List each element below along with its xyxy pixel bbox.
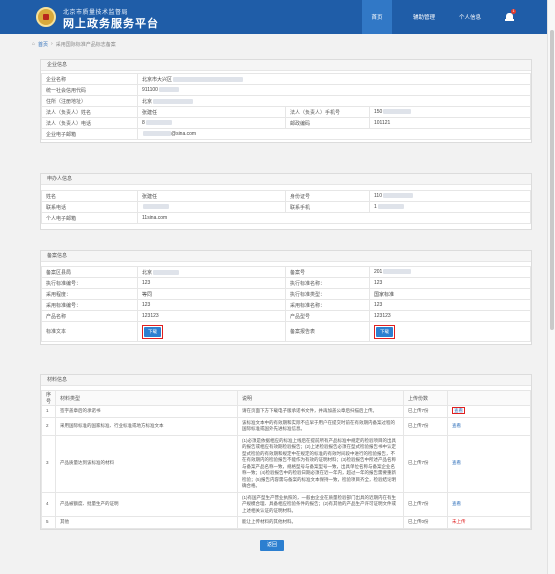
notification-badge: 1 bbox=[511, 9, 516, 14]
table-row: 1 签字盖章后的承诺书 请在页面下方下载电子版承诺书文件，并再加盖公章后扫描后上… bbox=[40, 405, 531, 418]
home-icon: ⌂ bbox=[32, 41, 36, 47]
table-row: 4 产品被额度、批量生产的证明 (1)有国产型生产营业执照的，一般由企业在质量检… bbox=[40, 491, 531, 517]
materials-header-row: 序号 材料类型 说明 上传份数 bbox=[40, 390, 531, 406]
nav-assist[interactable]: 辅助管理 bbox=[407, 0, 441, 34]
report-download-button[interactable]: 下载 bbox=[376, 326, 393, 337]
platform-title: 网上政务服务平台 bbox=[63, 18, 159, 30]
report-download-highlight: 下载 bbox=[374, 324, 395, 339]
applicant-panel-title: 申办人信息 bbox=[41, 174, 531, 185]
filing-panel-title: 备案信息 bbox=[41, 251, 531, 262]
not-uploaded-status: 未上传 bbox=[452, 519, 466, 524]
view-link-row-3[interactable]: 查看 bbox=[452, 460, 461, 465]
nav-home[interactable]: 首页 bbox=[362, 0, 392, 34]
table-row: 2 采用国际标准的国家标准、行业标准或地方标准文本 该标准文本中的有效期和实际不… bbox=[40, 416, 531, 436]
materials-panel-title: 材料信息 bbox=[41, 375, 531, 386]
nav-profile[interactable]: 个人信息 bbox=[453, 0, 487, 34]
top-header: 北京市质量技术监督局 网上政务服务平台 首页 辅助管理 个人信息 1 bbox=[0, 0, 547, 34]
std-text-download-button[interactable]: 下载 bbox=[144, 326, 161, 337]
breadcrumb-home[interactable]: 首页 bbox=[38, 41, 48, 48]
applicant-panel: 申办人信息 姓名 张建任 身份证号 110 联系电话 联系手机 1 个人电子邮箱… bbox=[40, 173, 532, 230]
table-row: 5 其他 能让上传材料的其他材料。 已上传0份 未上传 bbox=[40, 516, 531, 529]
filing-panel: 备案信息 备案区县局 北京 备案号 201 执行标准编号： 123 执行标准名称… bbox=[40, 250, 532, 345]
scrollbar-thumb[interactable] bbox=[550, 30, 554, 330]
enterprise-panel: 企业信息 企业名称 北京市大兴区 统一社会信用代码 911100 住所（注册地址）北… bbox=[40, 59, 532, 143]
view-link-row-1[interactable]: 查看 bbox=[452, 407, 466, 414]
breadcrumb: ⌂ 首页 › 采用国际标准产品标志备案 bbox=[32, 41, 116, 48]
page-scrollbar[interactable] bbox=[547, 0, 555, 574]
emblem-logo-icon bbox=[36, 7, 56, 27]
materials-panel: 材料信息 序号 材料类型 说明 上传份数 1 签字盖章后的承诺书 请在页面下方下… bbox=[40, 374, 532, 530]
breadcrumb-current: 采用国际标准产品标志备案 bbox=[55, 41, 116, 48]
view-link-row-2[interactable]: 查看 bbox=[452, 423, 461, 428]
enterprise-panel-title: 企业信息 bbox=[41, 60, 531, 71]
notification-bell-icon[interactable]: 1 bbox=[505, 9, 516, 22]
std-text-download-highlight: 下载 bbox=[142, 324, 163, 339]
view-link-row-4[interactable]: 查看 bbox=[452, 501, 461, 506]
return-button[interactable]: 返回 bbox=[260, 540, 284, 551]
table-row: 3 产品质量达到该标准的材料 (1)必须是依据相应的标准上线后在提前所有产品标准… bbox=[40, 434, 531, 493]
